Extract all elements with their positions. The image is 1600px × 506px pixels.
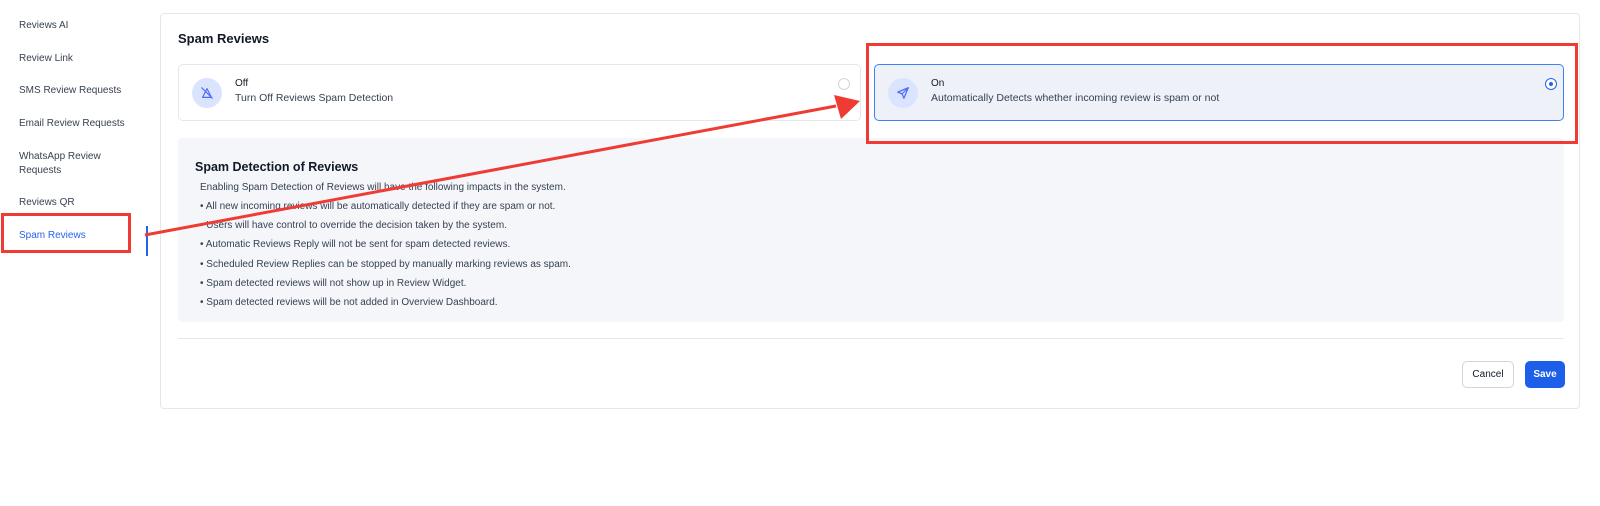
list-item: • Scheduled Review Replies can be stoppe… — [200, 258, 571, 270]
sidebar-item-reviews-qr[interactable]: Reviews QR — [19, 196, 75, 210]
sidebar-item-spam-reviews[interactable]: Spam Reviews — [19, 229, 86, 243]
sidebar-item-reviews-ai[interactable]: Reviews AI — [19, 19, 68, 33]
save-button[interactable]: Save — [1525, 361, 1565, 388]
list-item: • Spam detected reviews will not show up… — [200, 277, 467, 289]
off-option-description: Turn Off Reviews Spam Detection — [235, 92, 394, 104]
spam-detection-off-option[interactable]: Off Turn Off Reviews Spam Detection — [178, 64, 861, 121]
spam-reviews-card: Spam Reviews Off Turn Off Reviews Spam D… — [160, 13, 1580, 409]
info-bullet-list: • All new incoming reviews will be autom… — [200, 200, 571, 315]
on-option-title: On — [931, 78, 945, 89]
off-option-title: Off — [235, 78, 249, 89]
list-item: • All new incoming reviews will be autom… — [200, 201, 556, 212]
on-option-radio[interactable] — [1545, 78, 1557, 90]
sidebar-item-sms-review-requests[interactable]: SMS Review Requests — [19, 84, 121, 98]
list-item: • Spam detected reviews will be not adde… — [200, 296, 498, 308]
settings-sidebar: Reviews AI Review Link SMS Review Reques… — [0, 0, 150, 506]
sidebar-item-email-review-requests[interactable]: Email Review Requests — [19, 117, 125, 131]
send-icon — [888, 78, 918, 108]
info-intro: Enabling Spam Detection of Reviews will … — [200, 182, 566, 193]
list-item: • Automatic Reviews Reply will not be se… — [200, 239, 511, 251]
off-option-radio[interactable] — [838, 78, 850, 90]
spam-off-icon — [192, 78, 222, 108]
sidebar-active-indicator — [146, 226, 148, 256]
list-item: • Users will have control to override th… — [200, 220, 507, 232]
sidebar-item-review-link[interactable]: Review Link — [19, 52, 73, 66]
spam-detection-on-option[interactable]: On Automatically Detects whether incomin… — [874, 64, 1564, 121]
page-title: Spam Reviews — [178, 31, 270, 46]
on-option-description: Automatically Detects whether incoming r… — [931, 92, 1220, 104]
cancel-button[interactable]: Cancel — [1462, 361, 1514, 388]
info-title: Spam Detection of Reviews — [195, 160, 359, 174]
sidebar-item-whatsapp-review-requests[interactable]: WhatsApp Review Requests — [19, 150, 119, 178]
spam-detection-info-panel: Spam Detection of Reviews Enabling Spam … — [178, 138, 1564, 322]
footer-divider — [178, 338, 1564, 339]
